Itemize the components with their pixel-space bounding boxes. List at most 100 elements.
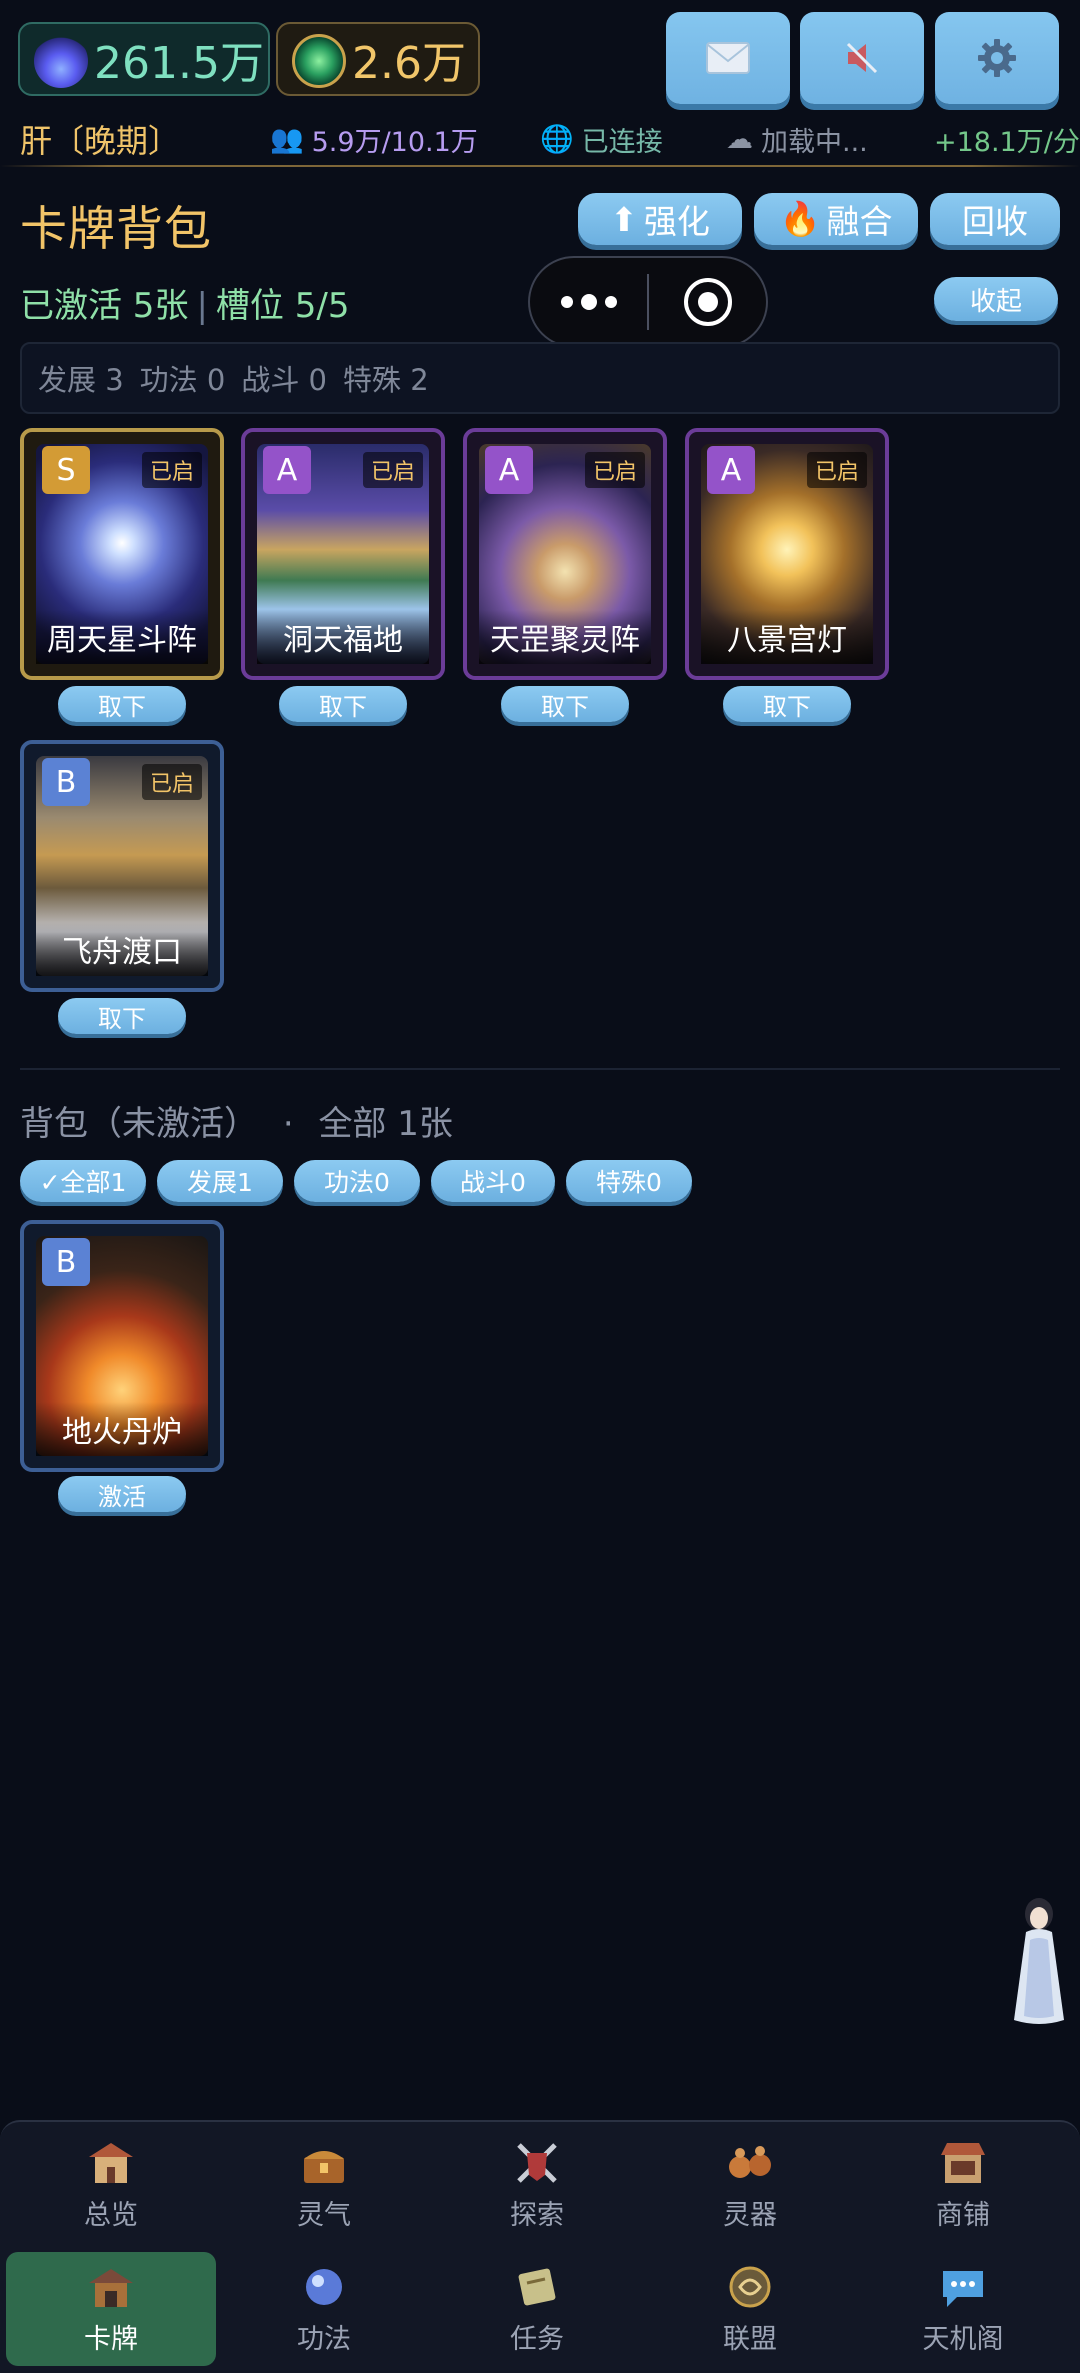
jade-resource: 2.6万 [276, 22, 480, 96]
nav-tianji[interactable]: 天机阁 [858, 2252, 1068, 2366]
card-name: 天罡聚灵阵 [479, 610, 651, 664]
connection-label: 已连接 [581, 126, 663, 158]
rank-badge: A [707, 446, 755, 494]
unequip-button[interactable]: 取下 [58, 998, 186, 1034]
enhance-button[interactable]: ⬆ 强化 [578, 193, 742, 245]
spirit-value: 261.5万 [94, 38, 264, 89]
type-count-special: 特殊 2 [343, 363, 429, 397]
jade-pendant-icon [729, 2266, 771, 2307]
bottom-navigation: 总览 灵气 探索 灵器 商铺 卡牌 功法 任务 联盟 天机阁 [0, 2120, 1080, 2373]
nav-overview[interactable]: 总览 [6, 2128, 216, 2242]
orb-icon [306, 2268, 342, 2305]
sound-toggle-button[interactable] [800, 12, 924, 104]
nav-skills[interactable]: 功法 [219, 2252, 429, 2366]
rank-badge: S [42, 446, 90, 494]
rank-badge: A [485, 446, 533, 494]
filter-special[interactable]: 特殊0 [566, 1160, 692, 1202]
enabled-tag: 已启 [141, 452, 202, 488]
card-dongtian[interactable]: A 已启 洞天福地 [241, 428, 445, 680]
active-summary: 已激活 5张 | 槽位 5/5 [20, 278, 349, 327]
card-tiangang[interactable]: A 已启 天罡聚灵阵 [463, 428, 667, 680]
target-icon [683, 278, 732, 326]
bag-total: 全部 1张 [318, 1104, 453, 1144]
enhance-label: 强化 [643, 202, 710, 241]
header-divider [0, 165, 1080, 167]
chat-bubble-icon [943, 2270, 983, 2307]
mail-button[interactable] [666, 12, 790, 104]
connection-status: 🌐 已连接 [540, 118, 663, 160]
rank-badge: A [263, 446, 311, 494]
fuse-label: 融合 [826, 202, 893, 241]
close-capsule-button[interactable] [649, 276, 766, 328]
jade-value: 2.6万 [352, 38, 466, 89]
nav-label: 任务 [510, 2323, 564, 2355]
type-count-develop: 发展 3 [38, 363, 124, 397]
helper-avatar[interactable] [1008, 1892, 1070, 2024]
filter-develop[interactable]: 发展1 [157, 1160, 283, 1202]
unequip-button[interactable]: 取下 [58, 686, 186, 722]
spirit-resource: 261.5万 [18, 22, 270, 96]
rank-badge: B [42, 1238, 90, 1286]
pavilion-icon [89, 2268, 133, 2307]
card-bajing[interactable]: A 已启 八景宫灯 [685, 428, 889, 680]
loading-label: 加载中... [761, 126, 868, 158]
crossed-swords-icon [517, 2142, 557, 2183]
nav-cards[interactable]: 卡牌 [6, 2252, 216, 2366]
settings-button[interactable] [935, 12, 1059, 104]
gear-icon [978, 39, 1016, 77]
nav-tasks[interactable]: 任务 [432, 2252, 642, 2366]
filter-skill[interactable]: 功法0 [294, 1160, 420, 1202]
people-icon: 👥 [270, 124, 304, 155]
page-title: 卡牌背包 [20, 202, 212, 257]
shop-icon [941, 2142, 985, 2183]
nav-label: 灵器 [723, 2199, 777, 2231]
type-count-combat: 战斗 0 [241, 363, 328, 397]
nav-shop[interactable]: 商铺 [858, 2128, 1068, 2242]
nav-label: 商铺 [936, 2199, 990, 2231]
fire-icon: 🔥 [779, 199, 821, 238]
type-count-skill: 功法 0 [139, 363, 226, 397]
card-name: 地火丹炉 [36, 1402, 208, 1456]
unequip-button[interactable]: 取下 [723, 686, 851, 722]
bag-title-dot: · [282, 1104, 294, 1144]
mail-icon [706, 42, 750, 74]
nav-label: 功法 [297, 2323, 351, 2355]
nav-artifact[interactable]: 灵器 [645, 2128, 855, 2242]
cultivation-stage: 肝〔晚期〕 [20, 122, 181, 160]
card-name: 八景宫灯 [701, 610, 873, 664]
type-counts: 发展 3 功法 0 战斗 0 特殊 2 [20, 342, 1060, 414]
globe-icon: 🌐 [540, 124, 574, 155]
enabled-tag: 已启 [806, 452, 867, 488]
rank-badge: B [42, 758, 90, 806]
nav-label: 探索 [510, 2199, 564, 2231]
filter-combat[interactable]: 战斗0 [431, 1160, 555, 1202]
bag-title-label: 背包（未激活） [20, 1104, 258, 1144]
card-feizhou[interactable]: B 已启 飞舟渡口 [20, 740, 224, 992]
nav-explore[interactable]: 探索 [432, 2128, 642, 2242]
palace-icon [89, 2142, 133, 2183]
card-zhoutian[interactable]: S 已启 周天星斗阵 [20, 428, 224, 680]
spirit-flame-icon [34, 34, 88, 88]
nav-alliance[interactable]: 联盟 [645, 2252, 855, 2366]
jade-coin-icon [292, 34, 346, 88]
population-status: 👥 5.9万/10.1万 [270, 118, 478, 160]
summary-separator: | [196, 286, 208, 326]
recycle-button[interactable]: 回收 [930, 193, 1060, 245]
nav-spirit[interactable]: 灵气 [219, 2128, 429, 2242]
activate-button[interactable]: 激活 [58, 1476, 186, 1512]
collapse-button[interactable]: 收起 [934, 277, 1058, 321]
filter-all[interactable]: ✓全部1 [20, 1160, 146, 1202]
unequip-button[interactable]: 取下 [501, 686, 629, 722]
gain-rate: +18.1万/分 [934, 126, 1080, 158]
unequip-button[interactable]: 取下 [279, 686, 407, 722]
nav-label: 联盟 [723, 2323, 777, 2355]
fuse-button[interactable]: 🔥 融合 [754, 193, 918, 245]
card-dihuo[interactable]: B 地火丹炉 [20, 1220, 224, 1472]
more-button[interactable] [530, 294, 647, 310]
mini-program-capsule [528, 256, 768, 348]
nav-label: 灵气 [297, 2199, 351, 2231]
active-count: 已激活 5张 [20, 286, 189, 326]
nav-label: 总览 [84, 2199, 138, 2231]
enabled-tag: 已启 [362, 452, 423, 488]
loading-status: ☁ 加载中... [726, 118, 868, 160]
